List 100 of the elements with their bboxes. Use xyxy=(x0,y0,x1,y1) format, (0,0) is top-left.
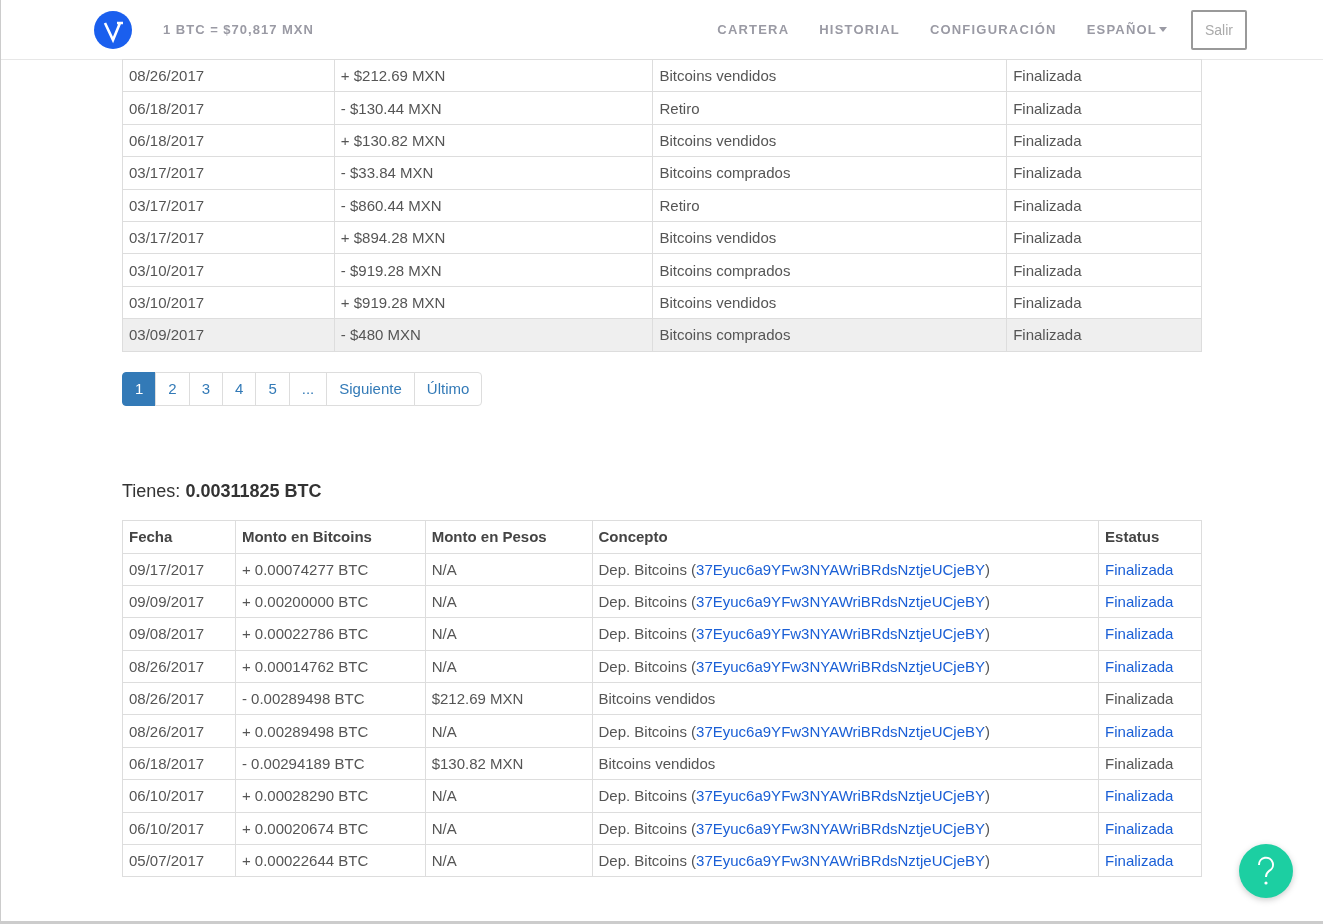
table-cell: Bitcoins vendidos xyxy=(653,286,1007,319)
column-header: Estatus xyxy=(1098,520,1202,553)
logo-icon[interactable] xyxy=(94,10,132,49)
table-cell: 03/17/2017 xyxy=(122,189,335,222)
column-header: Monto en Bitcoins xyxy=(235,520,426,553)
table-cell: Bitcoins comprados xyxy=(653,318,1007,351)
table-cell: + 0.00200000 BTC xyxy=(235,585,426,618)
address-link[interactable]: 37Eyuc6a9YFw3NYAWriBRdsNztjeUCjeBY xyxy=(696,657,986,675)
table-cell: N/A xyxy=(425,812,592,845)
table-cell: 08/26/2017 xyxy=(122,682,236,715)
table-cell: 03/10/2017 xyxy=(122,286,335,319)
table-cell: + 0.00074277 BTC xyxy=(235,553,426,586)
table-cell: + $212.69 MXN xyxy=(334,59,653,92)
column-header: Concepto xyxy=(592,520,1099,553)
table-cell: + $919.28 MXN xyxy=(334,286,653,319)
table-cell: N/A xyxy=(425,844,592,877)
concept-text: Dep. Bitcoins (37Eyuc6a9YFw3NYAWriBRdsNztjeUCjeBY) xyxy=(598,625,991,643)
address-link[interactable]: 37Eyuc6a9YFw3NYAWriBRdsNztjeUCjeBY xyxy=(696,819,986,837)
exchange-rate: 1 BTC = $70,817 MXN xyxy=(163,22,314,37)
concept-text: Dep. Bitcoins (37Eyuc6a9YFw3NYAWriBRdsNztjeUCjeBY) xyxy=(598,787,991,805)
table-cell: Bitcoins vendidos xyxy=(592,682,1099,715)
table-cell: Finalizada xyxy=(1006,91,1202,125)
table-cell: Finalizada xyxy=(1006,59,1202,92)
table-cell: - $130.44 MXN xyxy=(334,91,653,125)
table-cell: + $894.28 MXN xyxy=(334,221,653,254)
table-cell: + 0.00022786 BTC xyxy=(235,617,426,651)
table-cell: Bitcoins comprados xyxy=(653,253,1007,287)
table-cell: N/A xyxy=(425,553,592,586)
table-cell: + $130.82 MXN xyxy=(334,124,653,157)
table-cell: - 0.00294189 BTC xyxy=(235,747,426,780)
table-cell: 05/07/2017 xyxy=(122,844,236,877)
table-cell: - $33.84 MXN xyxy=(334,156,653,190)
table-cell: + 0.00014762 BTC xyxy=(235,650,426,683)
table-cell: + 0.00028290 BTC xyxy=(235,779,426,813)
address-link[interactable]: 37Eyuc6a9YFw3NYAWriBRdsNztjeUCjeBY xyxy=(696,722,986,740)
concept-text: Dep. Bitcoins (37Eyuc6a9YFw3NYAWriBRdsNztjeUCjeBY) xyxy=(598,852,991,870)
table-cell: Retiro xyxy=(653,91,1007,125)
table-cell: 09/09/2017 xyxy=(122,585,236,618)
page-link[interactable]: 4 xyxy=(222,371,257,406)
table-cell: $212.69 MXN xyxy=(425,682,592,715)
table-cell: 03/17/2017 xyxy=(122,156,335,190)
table-cell: Finalizada xyxy=(1006,221,1202,254)
address-link[interactable]: 37Eyuc6a9YFw3NYAWriBRdsNztjeUCjeBY xyxy=(696,852,986,870)
table-cell: + 0.00289498 BTC xyxy=(235,714,426,748)
table-cell: Finalizada xyxy=(1098,682,1202,715)
table-cell: Bitcoins vendidos xyxy=(653,59,1007,92)
table-cell: Retiro xyxy=(653,189,1007,222)
table-cell: Bitcoins vendidos xyxy=(653,124,1007,157)
table-cell: - 0.00289498 BTC xyxy=(235,682,426,715)
table-cell: Finalizada xyxy=(1006,124,1202,157)
table-cell: + 0.00020674 BTC xyxy=(235,812,426,845)
concept-text: Dep. Bitcoins (37Eyuc6a9YFw3NYAWriBRdsNztjeUCjeBY) xyxy=(598,560,991,578)
table-cell: N/A xyxy=(425,779,592,813)
concept-text: Dep. Bitcoins (37Eyuc6a9YFw3NYAWriBRdsNztjeUCjeBY) xyxy=(598,657,991,675)
table-cell: Finalizada xyxy=(1006,318,1202,351)
table-cell: 06/10/2017 xyxy=(122,812,236,845)
column-header: Fecha xyxy=(122,520,236,553)
table-cell: 06/18/2017 xyxy=(122,747,236,780)
table-cell: Bitcoins vendidos xyxy=(653,221,1007,254)
table-cell: 08/26/2017 xyxy=(122,59,335,92)
table-cell: 08/26/2017 xyxy=(122,650,236,683)
address-link[interactable]: 37Eyuc6a9YFw3NYAWriBRdsNztjeUCjeBY xyxy=(696,593,986,611)
table-cell: 03/17/2017 xyxy=(122,221,335,254)
table-cell: 03/09/2017 xyxy=(122,318,335,351)
table-cell: 06/18/2017 xyxy=(122,124,335,157)
page-link[interactable]: ... xyxy=(288,371,328,406)
page-link[interactable]: Siguiente xyxy=(326,371,415,406)
table-cell: - $919.28 MXN xyxy=(334,253,653,287)
table-cell: 06/10/2017 xyxy=(122,779,236,813)
table-cell: 09/08/2017 xyxy=(122,617,236,651)
table-cell: Finalizada xyxy=(1006,253,1202,287)
concept-text: Dep. Bitcoins (37Eyuc6a9YFw3NYAWriBRdsNztjeUCjeBY) xyxy=(598,593,991,611)
table-cell: - $480 MXN xyxy=(334,318,653,351)
table-cell: 08/26/2017 xyxy=(122,714,236,748)
table-cell: Finalizada xyxy=(1098,747,1202,780)
table-cell: Finalizada xyxy=(1006,286,1202,319)
address-link[interactable]: 37Eyuc6a9YFw3NYAWriBRdsNztjeUCjeBY xyxy=(696,787,986,805)
address-link[interactable]: 37Eyuc6a9YFw3NYAWriBRdsNztjeUCjeBY xyxy=(696,560,986,578)
page-link[interactable]: 5 xyxy=(255,371,290,406)
table-cell: + 0.00022644 BTC xyxy=(235,844,426,877)
concept-text: Dep. Bitcoins (37Eyuc6a9YFw3NYAWriBRdsNztjeUCjeBY) xyxy=(598,722,991,740)
page-link[interactable]: 1 xyxy=(122,371,157,406)
table-cell: $130.82 MXN xyxy=(425,747,592,780)
address-link[interactable]: 37Eyuc6a9YFw3NYAWriBRdsNztjeUCjeBY xyxy=(696,625,986,643)
table-cell: 09/17/2017 xyxy=(122,553,236,586)
table-cell: 06/18/2017 xyxy=(122,91,335,125)
table-cell: - $860.44 MXN xyxy=(334,189,653,222)
balance-text: Tienes: 0.00311825 BTC xyxy=(122,480,323,502)
page-link[interactable]: 2 xyxy=(155,371,190,406)
table-cell: N/A xyxy=(425,617,592,651)
table-cell: Bitcoins vendidos xyxy=(592,747,1099,780)
table-cell: N/A xyxy=(425,585,592,618)
page-link[interactable]: Último xyxy=(413,371,483,406)
table-cell: 03/10/2017 xyxy=(122,253,335,287)
concept-text: Dep. Bitcoins (37Eyuc6a9YFw3NYAWriBRdsNztjeUCjeBY) xyxy=(598,819,991,837)
table-cell: N/A xyxy=(425,650,592,683)
table-cell: Bitcoins comprados xyxy=(653,156,1007,190)
table-cell: N/A xyxy=(425,714,592,748)
table-cell: Finalizada xyxy=(1006,156,1202,190)
column-header: Monto en Pesos xyxy=(425,520,592,553)
